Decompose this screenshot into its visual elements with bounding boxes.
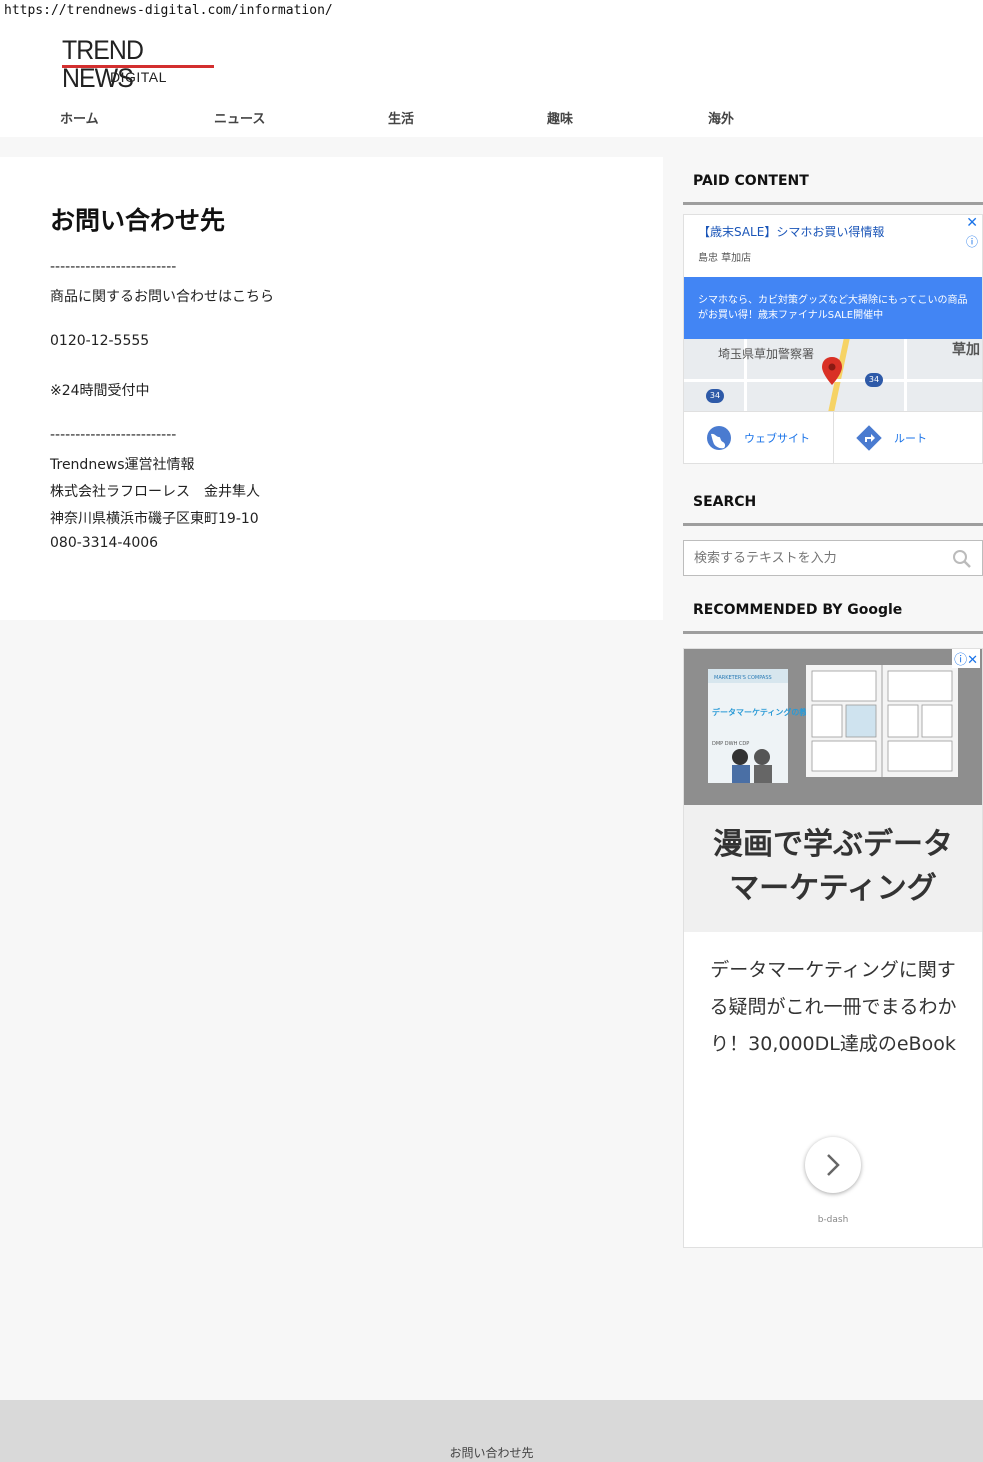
website-button[interactable]: ウェブサイト	[684, 412, 833, 464]
map-road	[904, 339, 907, 411]
site-logo[interactable]: TREND NEWS DIGITAL	[62, 36, 214, 92]
footer-contact-link[interactable]: お問い合わせ先	[0, 1444, 983, 1461]
nav-item-news[interactable]: ニュース	[214, 108, 265, 127]
ad-headline[interactable]: 漫画で学ぶデータ マーケティング	[684, 805, 982, 932]
site-header: TREND NEWS DIGITAL ホーム ニュース 生活 趣味 海外	[0, 24, 983, 137]
logo-sub-text: DIGITAL	[110, 69, 167, 85]
book-tags-text: DMP DWH CDP	[712, 741, 749, 747]
map-place-label: 埼玉県草加警察署	[718, 347, 815, 361]
ad-map-image[interactable]: 埼玉県草加警察署 草加 34 34	[684, 339, 982, 411]
hours-note: ※24時間受付中	[50, 383, 150, 399]
main-content: お問い合わせ先 ------------------------- 商品に関する…	[0, 157, 663, 620]
company-phone: 080-3314-4006	[50, 535, 159, 551]
site-footer: お問い合わせ先	[0, 1400, 983, 1462]
chevron-right-icon	[827, 1154, 840, 1176]
company-name: 株式会社ラフローレス 金井隼人	[50, 484, 260, 500]
separator-line: -------------------------	[50, 427, 177, 443]
phone-number: 0120-12-5555	[50, 333, 150, 349]
ad-choices-icon[interactable]: ⓘ✕	[952, 649, 980, 668]
separator-line: -------------------------	[50, 259, 177, 275]
route-button[interactable]: ルート	[833, 412, 982, 464]
map-pin-icon	[822, 357, 842, 385]
company-address: 神奈川県横浜市磯子区東町19-10	[50, 511, 259, 527]
route-number-badge: 34	[865, 373, 883, 387]
search-input[interactable]	[684, 541, 934, 575]
recommended-title: RECOMMENDED BY Google	[683, 586, 983, 634]
directions-icon	[856, 425, 882, 451]
search-icon[interactable]	[952, 549, 972, 569]
ebook-ad[interactable]: MARKETER'S COMPASS データマーケティングの教科書 DMP DW…	[683, 648, 983, 1248]
nav-item-life[interactable]: 生活	[388, 108, 414, 127]
ad-headline-line: マーケティング	[729, 871, 937, 906]
ad-close-icon[interactable]: ✕	[966, 215, 978, 231]
page-title: お問い合わせ先	[50, 206, 226, 235]
website-label: ウェブサイト	[744, 432, 810, 445]
book-series-text: MARKETER'S COMPASS	[714, 675, 772, 681]
nav-item-home[interactable]: ホーム	[60, 108, 99, 127]
ad-subtitle: 島忠 草加店	[698, 253, 752, 264]
inquiry-text: 商品に関するお問い合わせはこちら	[50, 289, 274, 305]
ad-info-icon[interactable]: ⓘ	[966, 233, 978, 250]
ad-description[interactable]: データマーケティングに関する疑問がこれ一冊でまるわかり！30,000DL達成のe…	[704, 952, 962, 1063]
main-nav: ホーム ニュース 生活 趣味 海外	[0, 108, 983, 136]
ad-brand: b-dash	[817, 1215, 849, 1225]
route-label: ルート	[894, 432, 927, 445]
book-illustration-image: MARKETER'S COMPASS データマーケティングの教科書 DMP DW…	[684, 649, 982, 805]
operator-heading: Trendnews運営社情報	[50, 457, 195, 473]
logo-underline	[62, 65, 214, 68]
nav-item-hobby[interactable]: 趣味	[547, 108, 573, 127]
globe-icon	[707, 426, 731, 450]
ad-banner[interactable]: シマホなら、カビ対策グッズなど大掃除にもってこいの商品がお買い得！歳末ファイナル…	[684, 277, 982, 339]
search-box	[683, 540, 983, 576]
route-number-badge: 34	[706, 389, 724, 403]
map-ad[interactable]: 【歳末SALE】シマホお買い得情報 島忠 草加店 ✕ ⓘ シマホなら、カビ対策グ…	[683, 214, 983, 464]
ad-headline-line: 漫画で学ぶデータ	[713, 827, 953, 862]
paid-content-title: PAID CONTENT	[683, 157, 983, 205]
nav-item-overseas[interactable]: 海外	[708, 108, 734, 127]
ad-book-image[interactable]: MARKETER'S COMPASS データマーケティングの教科書 DMP DW…	[684, 649, 982, 805]
ad-next-button[interactable]	[805, 1137, 861, 1193]
url-bar[interactable]: https://trendnews-digital.com/informatio…	[0, 0, 983, 24]
map-place-label: 草加	[952, 342, 980, 358]
ad-title[interactable]: 【歳末SALE】シマホお買い得情報	[698, 223, 884, 240]
ad-actions: ウェブサイト ルート	[684, 411, 982, 464]
search-title: SEARCH	[683, 478, 983, 526]
